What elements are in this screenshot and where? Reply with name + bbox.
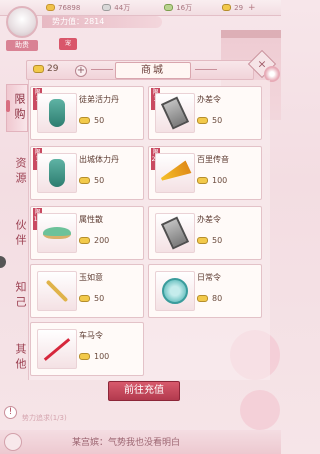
item-thumbnail: [155, 93, 195, 133]
item-thumbnail: [155, 271, 195, 311]
shop-item-card[interactable]: 车马令 100: [30, 322, 144, 376]
gold-ingot-icon: [222, 4, 232, 11]
item-thumbnail: [37, 213, 77, 253]
item-price: 50: [79, 294, 104, 303]
item-name: 办差令: [197, 215, 221, 224]
avatar[interactable]: [6, 6, 38, 38]
token-icon: [160, 96, 190, 130]
resource-value: 29: [234, 3, 244, 12]
ingot-icon: [197, 177, 208, 184]
title-ornament: [91, 69, 113, 70]
item-thumbnail: [37, 93, 77, 133]
add-icon[interactable]: +: [248, 3, 256, 13]
ingot-icon: [79, 237, 90, 244]
ingot-icon: [197, 117, 208, 124]
pin-icon: [45, 279, 69, 303]
item-name: 玉如意: [79, 273, 103, 282]
item-price: 80: [197, 294, 222, 303]
item-name: 出城体力丹: [79, 155, 119, 164]
chat-message: 某宫嫔：气势我也没看明白: [72, 438, 181, 448]
add-ingot-button[interactable]: +: [75, 65, 87, 77]
recharge-button[interactable]: 前往充值: [108, 381, 180, 401]
title-ornament: [195, 69, 217, 70]
item-name: 车马令: [79, 331, 103, 340]
item-price: 100: [79, 352, 109, 361]
shop-item-card[interactable]: 限 20 百里传音 100: [148, 146, 262, 200]
chat-icon[interactable]: [4, 433, 22, 451]
ingot-icon: [46, 4, 55, 11]
item-name: 办差令: [197, 95, 221, 104]
horn-icon: [158, 160, 191, 185]
vase-icon: [49, 99, 65, 127]
ingot-icon: [33, 65, 44, 73]
ingot-icon: [79, 353, 90, 360]
item-price: 50: [79, 176, 104, 185]
item-price: 50: [197, 236, 222, 245]
resource-ingot: 76898: [46, 4, 80, 12]
token-icon: [160, 216, 190, 250]
vase-icon: [49, 159, 65, 187]
item-name: 徒弟活力丹: [79, 95, 119, 104]
item-price: 50: [197, 116, 222, 125]
resource-value: 16万: [176, 3, 193, 12]
seal-badge[interactable]: 宠: [59, 38, 77, 50]
item-price: 50: [79, 116, 104, 125]
item-thumbnail: [37, 329, 77, 369]
powder-icon: [43, 227, 71, 239]
shop-item-card[interactable]: 限 3 出城体力丹 50: [30, 146, 144, 200]
resource-value: 44万: [114, 3, 131, 12]
resource-value: 76898: [58, 3, 81, 12]
ingot-icon: [79, 295, 90, 302]
avatar-label: 助贵: [6, 40, 38, 51]
ingot-count: 29: [47, 64, 59, 74]
ingot-icon: [197, 295, 208, 302]
shop-title: 商城: [115, 62, 191, 79]
silver-icon: [102, 4, 112, 11]
shop-item-card[interactable]: 玉如意 50: [30, 264, 144, 318]
tab-partners[interactable]: 伙伴: [6, 210, 28, 258]
item-thumbnail: [155, 213, 195, 253]
tab-resources[interactable]: 资源: [6, 148, 28, 196]
shop-item-card[interactable]: 办差令 50: [148, 206, 262, 260]
book-icon: [164, 4, 174, 11]
item-thumbnail: [37, 153, 77, 193]
resource-silver: 44万: [102, 3, 130, 13]
resource-gold-ingot: 29 +: [222, 3, 256, 13]
ingot-icon: [79, 117, 90, 124]
shop-item-card[interactable]: 限 3 徒弟活力丹 50: [30, 86, 144, 140]
tab-other[interactable]: 其他: [6, 334, 28, 382]
jade-icon: [162, 278, 188, 304]
blossom-decoration: [240, 390, 280, 430]
resource-book: 16万: [164, 3, 192, 13]
quest-progress[interactable]: 势力追求(1/3): [22, 413, 67, 423]
shop-item-card[interactable]: 日常令 80: [148, 264, 262, 318]
item-thumbnail: [155, 153, 195, 193]
shop-item-card[interactable]: 限 3 办差令 50: [148, 86, 262, 140]
shop-item-card[interactable]: 限 10 属性散 200: [30, 206, 144, 260]
ingot-icon: [197, 237, 208, 244]
tab-confidants[interactable]: 知己: [6, 272, 28, 320]
ingot-icon: [79, 177, 90, 184]
alert-icon[interactable]: !: [4, 406, 17, 419]
item-price: 200: [79, 236, 109, 245]
item-price: 100: [197, 176, 227, 185]
item-thumbnail: [37, 271, 77, 311]
item-name: 日常令: [197, 273, 221, 282]
tab-indicator: [6, 100, 10, 112]
ingot-balance: 29: [33, 64, 58, 74]
resource-bar: 76898 44万 16万 29 +: [0, 0, 281, 16]
whip-icon: [43, 337, 71, 361]
power-value: 势力值：2814: [42, 16, 162, 28]
item-name: 百里传音: [197, 155, 229, 164]
item-name: 属性散: [79, 215, 103, 224]
shop-header: 29 + 商城: [26, 60, 254, 80]
